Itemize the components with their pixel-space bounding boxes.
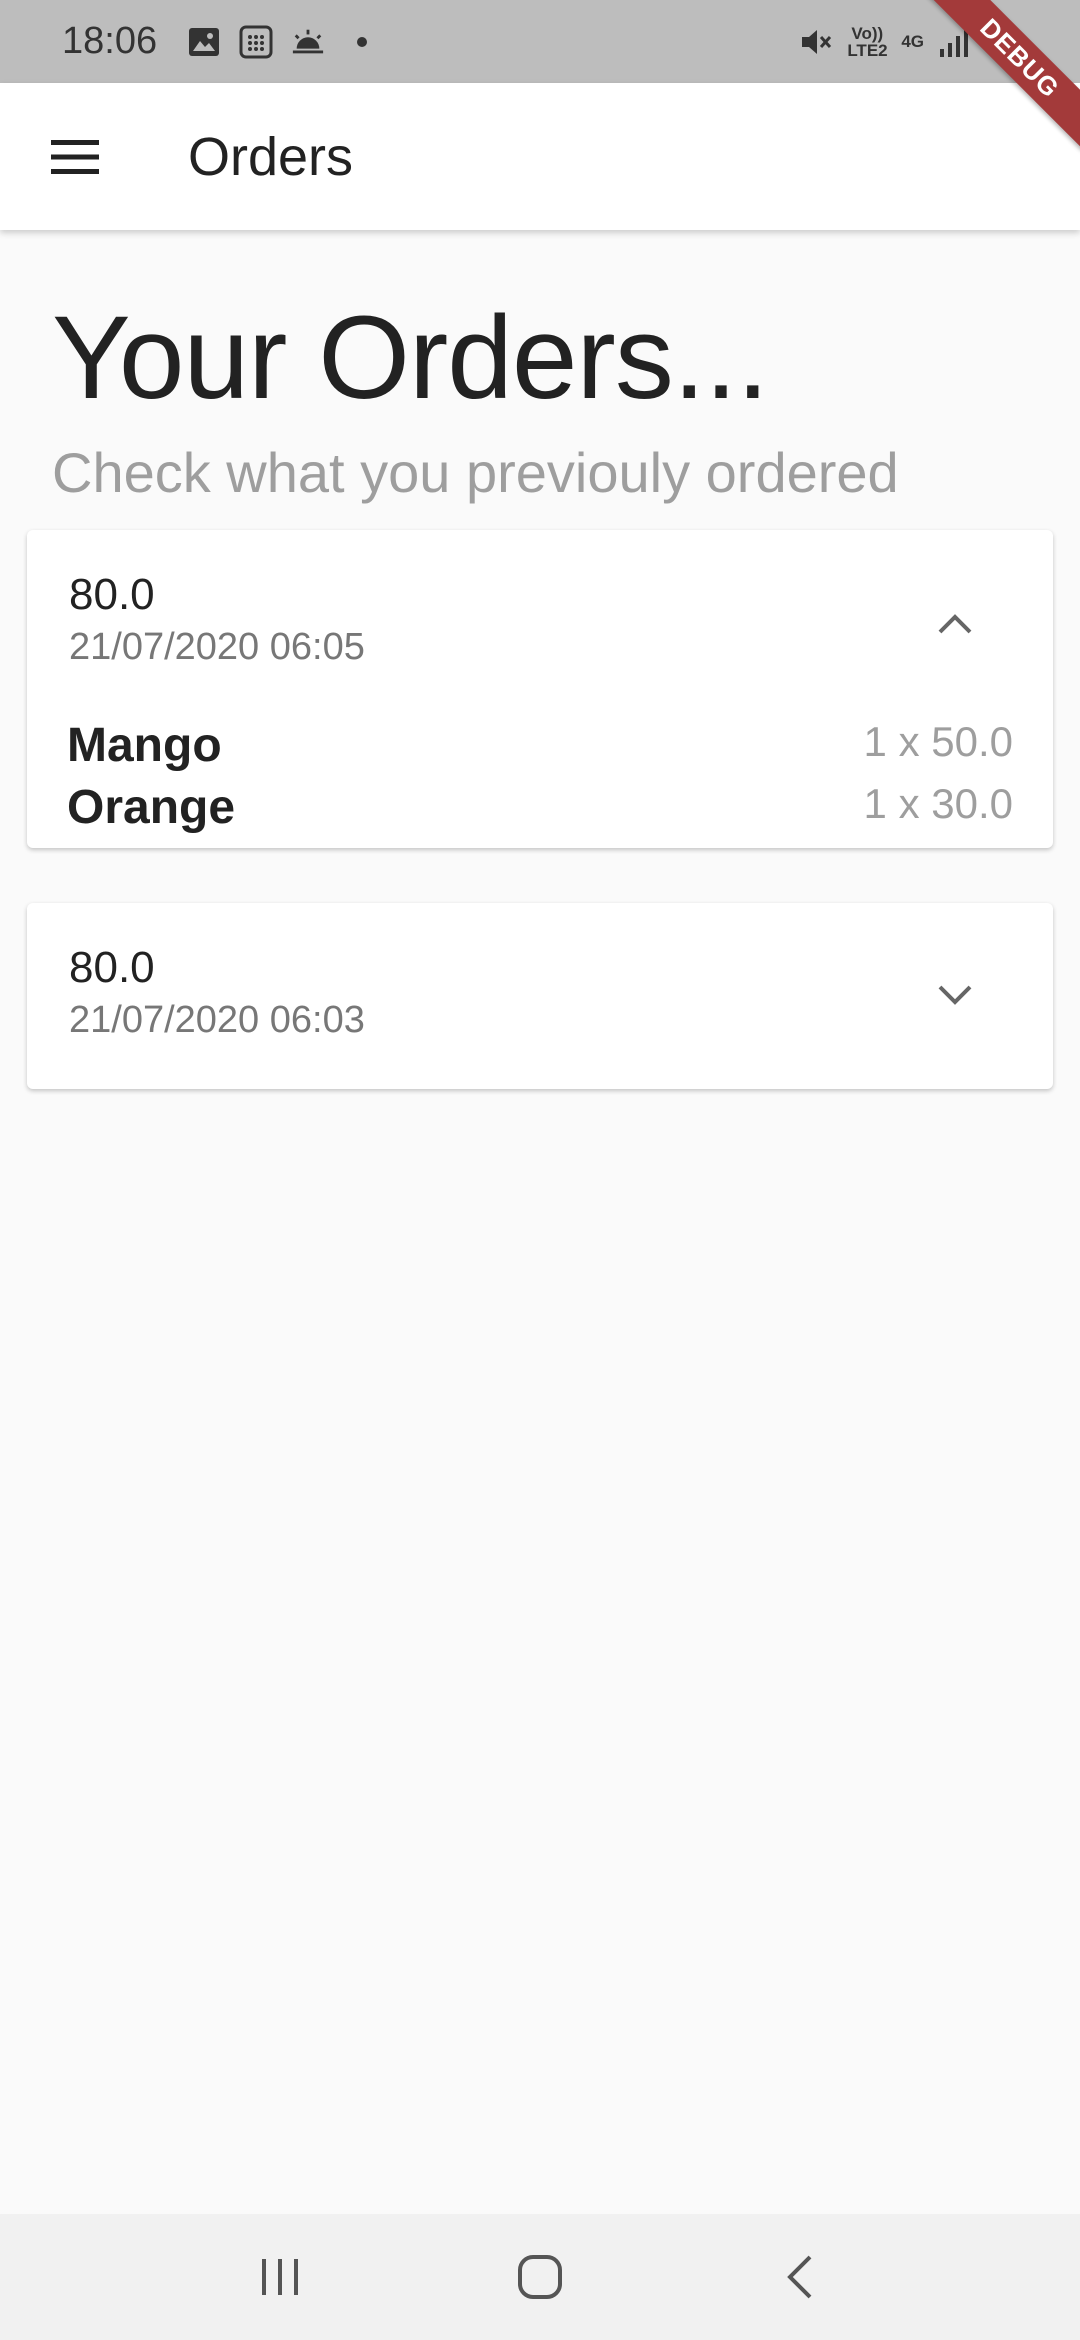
status-time: 18:06: [62, 20, 158, 62]
chevron-down-icon: [938, 985, 972, 1005]
weather-icon: [291, 25, 325, 59]
order-item-name: Orange: [67, 781, 236, 834]
network-label: 4G: [901, 32, 924, 51]
status-bar: 18:06 Vo)) LTE2 4G: [0, 0, 1080, 83]
order-card[interactable]: 80.0 21/07/2020 06:03: [27, 903, 1053, 1089]
order-card[interactable]: 80.0 21/07/2020 06:05 Mango 1 x 50.0 Ora…: [27, 530, 1053, 848]
gallery-icon: [187, 25, 221, 59]
back-button[interactable]: [760, 2237, 840, 2317]
app-bar-title: Orders: [188, 126, 354, 187]
order-item-quantity: 1 x 30.0: [863, 780, 1013, 827]
chevron-up-icon: [938, 614, 972, 634]
order-total: 80.0: [69, 570, 155, 619]
expand-button[interactable]: [927, 967, 983, 1023]
collapse-button[interactable]: [927, 596, 983, 652]
volte-label: Vo)) LTE2: [847, 23, 888, 60]
order-item-quantity: 1 x 50.0: [863, 718, 1013, 765]
mute-icon: [799, 25, 833, 59]
back-icon: [787, 2255, 812, 2299]
calendar-icon: [239, 25, 273, 59]
notification-dot: [357, 36, 368, 47]
menu-button[interactable]: [0, 83, 150, 230]
system-nav-bar: [0, 2214, 1080, 2340]
order-item: Mango 1 x 50.0: [67, 718, 1013, 778]
order-item-name: Mango: [67, 719, 222, 772]
home-button[interactable]: [500, 2237, 580, 2317]
order-item: Orange 1 x 30.0: [67, 780, 1013, 840]
order-date: 21/07/2020 06:03: [69, 999, 365, 1041]
screen: 18:06 Vo)) LTE2 4G DEBUG Orders Your Ord…: [0, 0, 1080, 2340]
status-icons-left: [187, 25, 368, 59]
home-icon: [518, 2255, 562, 2299]
page-subtitle: Check what you previouly ordered: [52, 441, 899, 504]
app-bar: Orders: [0, 83, 1080, 230]
recent-apps-button[interactable]: [240, 2237, 320, 2317]
page-title: Your Orders...: [52, 292, 769, 424]
recent-apps-icon: [262, 2259, 298, 2295]
hamburger-menu-icon: [51, 139, 99, 174]
order-date: 21/07/2020 06:05: [69, 626, 365, 668]
order-total: 80.0: [69, 943, 155, 992]
